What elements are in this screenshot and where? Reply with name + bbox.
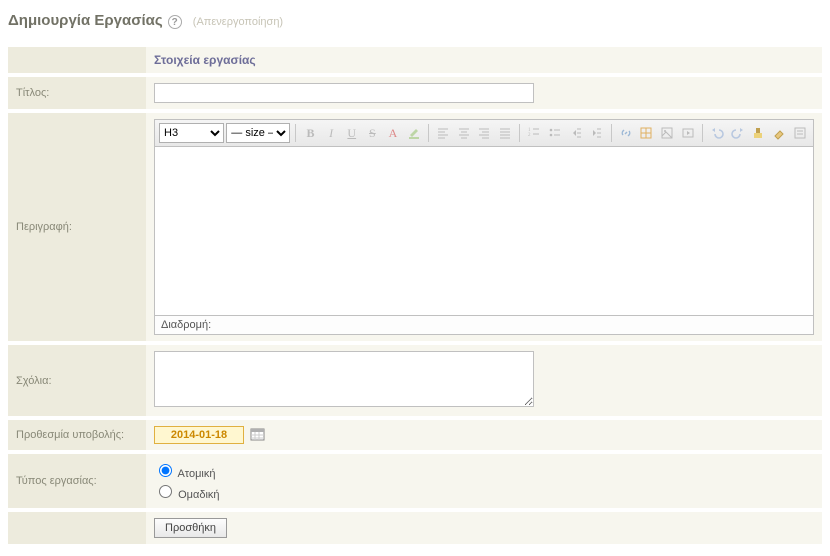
separator (295, 124, 296, 142)
media-icon[interactable] (678, 123, 697, 143)
section-heading: Στοιχεία εργασίας (154, 53, 256, 67)
label-work-type: Τύπος εργασίας: (8, 454, 146, 508)
image-icon[interactable] (658, 123, 677, 143)
outdent-icon[interactable] (566, 123, 585, 143)
form-table: Στοιχεία εργασίας Τίτλος: Περιγραφή: H3 … (8, 43, 822, 548)
separator (519, 124, 520, 142)
calendar-icon[interactable] (250, 427, 265, 444)
label-comments: Σχόλια: (8, 345, 146, 416)
background-color-icon[interactable] (404, 123, 423, 143)
undo-icon[interactable] (708, 123, 727, 143)
align-center-icon[interactable] (454, 123, 473, 143)
deactivate-link[interactable]: (Απενεργοποίηση) (193, 16, 283, 28)
radio-individual-label: Ατομική (177, 468, 215, 480)
bold-icon[interactable]: B (301, 123, 320, 143)
submit-button[interactable]: Προσθήκη (154, 518, 227, 538)
editor-textarea[interactable] (155, 147, 813, 315)
label-description: Περιγραφή: (8, 113, 146, 341)
link-icon[interactable] (617, 123, 636, 143)
radio-group-row[interactable]: Ομαδική (154, 481, 814, 502)
align-right-icon[interactable] (475, 123, 494, 143)
radio-individual[interactable] (159, 464, 172, 477)
comments-textarea[interactable] (154, 351, 534, 407)
page-title: Δημιουργία Εργασίας (8, 12, 163, 29)
text-color-icon[interactable]: A (384, 123, 403, 143)
table-icon[interactable] (637, 123, 656, 143)
italic-icon[interactable]: I (322, 123, 341, 143)
underline-icon[interactable]: U (342, 123, 361, 143)
radio-group-label: Ομαδική (178, 489, 219, 501)
format-select[interactable]: H3 (159, 123, 224, 143)
svg-text:2: 2 (528, 133, 531, 138)
unordered-list-icon[interactable] (546, 123, 565, 143)
radio-individual-row[interactable]: Ατομική (154, 460, 814, 481)
separator (428, 124, 429, 142)
editor-toolbar: H3 — size — B I U S A (155, 120, 813, 147)
align-left-icon[interactable] (434, 123, 453, 143)
rich-text-editor: H3 — size — B I U S A (154, 119, 814, 335)
label-submit-blank (8, 512, 146, 544)
deadline-input[interactable] (154, 426, 244, 444)
separator (611, 124, 612, 142)
label-deadline: Προθεσμία υποβολής: (8, 420, 146, 450)
align-justify-icon[interactable] (496, 123, 515, 143)
separator (702, 124, 703, 142)
source-icon[interactable] (790, 123, 809, 143)
redo-icon[interactable] (729, 123, 748, 143)
label-title: Τίτλος: (8, 77, 146, 109)
strikethrough-icon[interactable]: S (363, 123, 382, 143)
cleanup-icon[interactable] (749, 123, 768, 143)
eraser-icon[interactable] (770, 123, 789, 143)
ordered-list-icon[interactable]: 12 (525, 123, 544, 143)
help-icon[interactable]: ? (168, 15, 182, 29)
size-select[interactable]: — size — (226, 123, 290, 143)
label-blank (8, 47, 146, 73)
editor-path-label: Διαδρομή: (155, 315, 813, 334)
indent-icon[interactable] (587, 123, 606, 143)
radio-group[interactable] (159, 485, 172, 498)
title-input[interactable] (154, 83, 534, 103)
